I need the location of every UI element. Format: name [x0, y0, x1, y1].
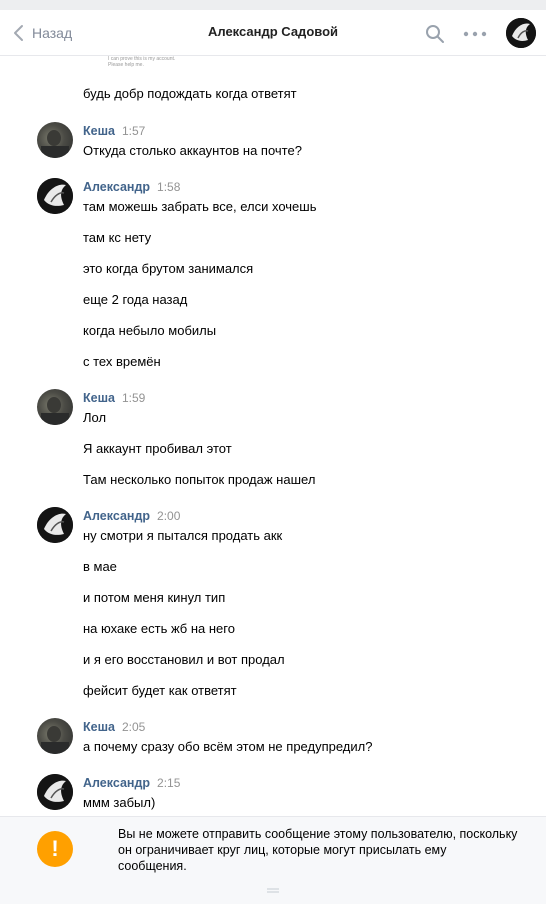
message-text: будь добр подождать когда ответят: [83, 86, 297, 101]
message-time: 1:59: [121, 391, 146, 405]
message-time: 1:57: [121, 124, 146, 138]
restriction-text: Вы не можете отправить сообщение этому п…: [118, 827, 518, 873]
message-text: Там несколько попыток продаж нашел: [83, 472, 316, 487]
message-text: Откуда столько аккаунтов на почте?: [83, 143, 302, 158]
avatar-alexander[interactable]: [37, 178, 73, 214]
message-text: в мае: [83, 559, 117, 574]
author-name[interactable]: Александр: [83, 776, 150, 790]
author-name[interactable]: Александр: [83, 509, 150, 523]
avatar-kesha[interactable]: [37, 122, 73, 158]
message-text: Я аккаунт пробивал этот: [83, 441, 232, 456]
message-text: ну смотри я пытался продать акк: [83, 528, 283, 543]
message-text: когда небыло мобилы: [83, 323, 217, 338]
message-history[interactable]: I can prove this is my account. Please h…: [0, 56, 546, 816]
author-name[interactable]: Кеша: [83, 124, 115, 138]
message-group-header: Кеша 1:59: [83, 391, 145, 405]
chat-panel: Назад Александр Садовой I can prove this…: [0, 10, 546, 904]
avatar-kesha[interactable]: [37, 389, 73, 425]
message-group-header: Александр 1:58: [83, 180, 180, 194]
avatar-kesha[interactable]: [37, 718, 73, 754]
message-text: а почему сразу обо всём этом не предупре…: [83, 739, 373, 754]
message-group-header: Александр 2:15: [83, 776, 180, 790]
message-text: с тех времён: [83, 354, 161, 369]
message-text: и потом меня кинул тип: [83, 590, 226, 605]
message-text: фейсит будет как ответят: [83, 683, 237, 698]
message-time: 2:00: [157, 509, 181, 523]
author-name[interactable]: Кеша: [83, 391, 115, 405]
message-text: и я его восстановил и вот продал: [83, 652, 285, 667]
message-text: там можешь забрать все, елси хочешь: [83, 199, 317, 214]
message-text: на юхаке есть жб на него: [83, 621, 235, 636]
search-icon[interactable]: [425, 24, 445, 44]
message-time: 1:58: [157, 180, 181, 194]
message-text: это когда брутом занимался: [83, 261, 254, 276]
message-time: 2:05: [121, 720, 146, 734]
avatar-alexander[interactable]: [37, 507, 73, 543]
message-text: еще 2 года назад: [83, 292, 188, 307]
more-options-icon[interactable]: [462, 24, 488, 44]
chat-header: Назад Александр Садовой: [0, 10, 546, 56]
message-group-header: Кеша 1:57: [83, 124, 145, 138]
header-avatar[interactable]: [506, 18, 536, 48]
message-text: ммм забыл): [83, 795, 156, 810]
author-name[interactable]: Александр: [83, 180, 150, 194]
warning-icon: !: [37, 831, 73, 867]
resize-grip-icon[interactable]: [266, 888, 280, 893]
message-text: там кс нету: [83, 230, 152, 245]
message-group-header: Александр 2:00: [83, 509, 180, 523]
quoted-image-fragment: I can prove this is my account. Please h…: [108, 56, 176, 68]
message-time: 2:15: [157, 776, 181, 790]
message-text: Лол: [83, 410, 107, 425]
avatar-alexander[interactable]: [37, 774, 73, 810]
message-group-header: Кеша 2:05: [83, 720, 145, 734]
author-name[interactable]: Кеша: [83, 720, 115, 734]
